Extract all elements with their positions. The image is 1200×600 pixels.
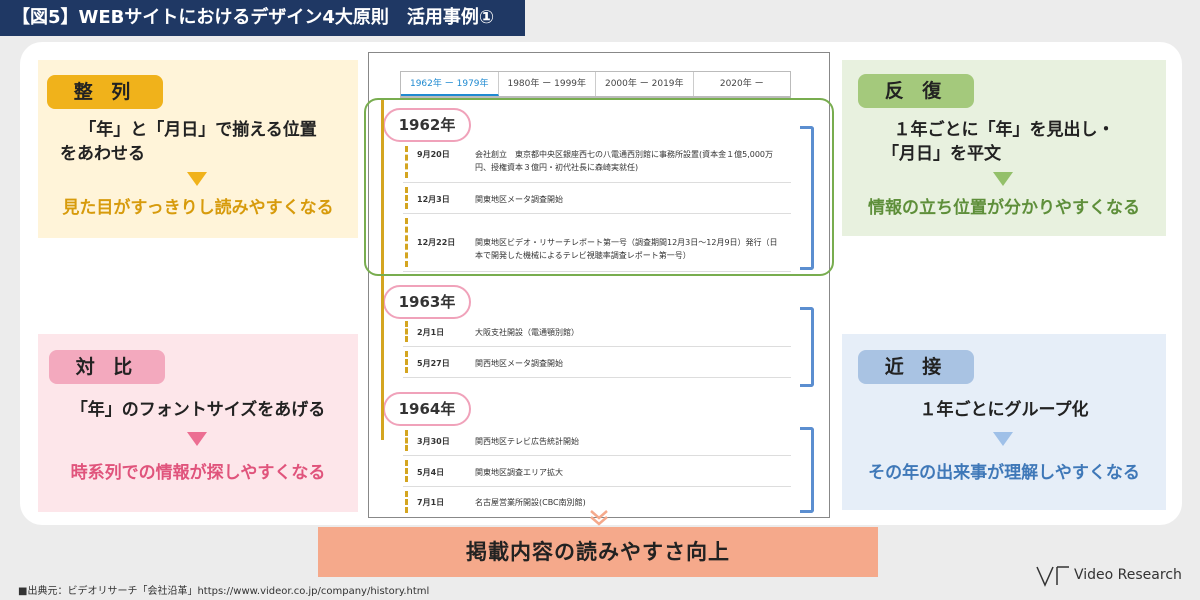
principle-proximity-result: その年の出来事が理解しやすくなる (868, 463, 1140, 483)
principle-proximity-badge: 近 接 (858, 350, 974, 384)
tab-2000-2019[interactable]: 2000年 ー 2019年 (596, 72, 694, 96)
principle-repetition-box: 反 復 １年ごとに「年」を見出し・ 「月日」を平文 情報の立ち位置が分かりやすく… (842, 60, 1166, 236)
tab-1980-1999[interactable]: 1980年 ー 1999年 (499, 72, 596, 96)
principle-contrast-badge: 対 比 (49, 350, 165, 384)
year-1964-events: 3月30日 関西地区テレビ広告統計開始 5月4日 関東地区調査エリア拡大 7月1… (403, 426, 791, 517)
event-description: 名古屋営業所開設(CBC南別館) (475, 498, 586, 507)
source-citation: ■出典元：ビデオリサーチ「会社沿革」https://www.videor.co.… (18, 586, 430, 597)
principle-proximity-description: １年ごとにグループ化 (919, 400, 1089, 420)
principle-repetition-badge: 反 復 (858, 74, 974, 108)
event-description: 関東地区調査エリア拡大 (475, 468, 563, 477)
down-triangle-icon (993, 172, 1013, 186)
principle-alignment-description: 「年」と「月日」で揃える位置 をあわせる (38, 118, 358, 166)
conclusion-banner: 掲載内容の読みやすさ向上 (318, 527, 878, 577)
list-item: 2月1日 大阪支社開設（電通顎別館） (403, 317, 791, 347)
event-date: 7月1日 (417, 498, 445, 507)
event-date: 3月30日 (417, 437, 450, 446)
event-description: 関西地区メータ調査開始 (475, 359, 563, 368)
year-1963-events: 2月1日 大阪支社開設（電通顎別館） 5月27日 関西地区メータ調査開始 (403, 317, 791, 378)
list-item: 3月30日 関西地区テレビ広告統計開始 (403, 426, 791, 456)
down-triangle-icon (993, 432, 1013, 446)
video-research-logo-mark (1036, 566, 1069, 587)
list-item: 5月4日 関東地区調査エリア拡大 (403, 456, 791, 487)
year-heading-1964: 1964年 (383, 392, 471, 426)
principle-repetition-result: 情報の立ち位置が分かりやすくなる (868, 198, 1140, 218)
principle-contrast-result: 時系列での情報が探しやすくなる (70, 463, 326, 483)
repetition-highlight-frame (364, 98, 834, 276)
principle-repetition-description: １年ごとに「年」を見出し・ 「月日」を平文 (842, 118, 1166, 166)
principle-contrast-description: 「年」のフォントサイズをあげる (70, 400, 326, 420)
principle-alignment-result: 見た目がすっきりし読みやすくなる (62, 198, 334, 218)
page-title: 【図5】WEBサイトにおけるデザイン4大原則 活用事例① (0, 0, 525, 36)
group-bracket-1964 (800, 427, 814, 513)
down-triangle-icon (187, 432, 207, 446)
tab-1962-1979[interactable]: 1962年 ー 1979年 (401, 72, 499, 96)
year-heading-1963: 1963年 (383, 285, 471, 319)
principle-contrast-box: 対 比 「年」のフォントサイズをあげる 時系列での情報が探しやすくなる (38, 334, 358, 512)
group-bracket-1962 (800, 126, 814, 270)
principle-alignment-line2: をあわせる (60, 144, 145, 164)
list-item: 5月27日 関西地区メータ調査開始 (403, 347, 791, 378)
chevron-down-icon (590, 516, 608, 526)
principle-alignment-line1: 「年」と「月日」で揃える位置 (79, 120, 317, 140)
principle-proximity-box: 近 接 １年ごとにグループ化 その年の出来事が理解しやすくなる (842, 334, 1166, 510)
event-description: 関西地区テレビ広告統計開始 (475, 437, 579, 446)
period-tabs: 1962年 ー 1979年 1980年 ー 1999年 2000年 ー 2019… (400, 71, 791, 98)
group-bracket-1963 (800, 307, 814, 387)
event-date: 5月4日 (417, 468, 445, 477)
video-research-logo-text: Video Research (1074, 567, 1182, 583)
principle-repetition-line1: １年ごとに「年」を見出し・ (893, 120, 1115, 140)
down-triangle-icon (187, 172, 207, 186)
event-date: 5月27日 (417, 359, 450, 368)
principle-alignment-badge: 整 列 (47, 75, 163, 109)
principle-repetition-line2: 「月日」を平文 (882, 144, 1001, 164)
event-date: 2月1日 (417, 328, 445, 337)
tab-2020[interactable]: 2020年 ー (694, 72, 791, 96)
principle-alignment-box: 整 列 「年」と「月日」で揃える位置 をあわせる 見た目がすっきりし読みやすくな… (38, 60, 358, 238)
event-description: 大阪支社開設（電通顎別館） (475, 328, 579, 337)
